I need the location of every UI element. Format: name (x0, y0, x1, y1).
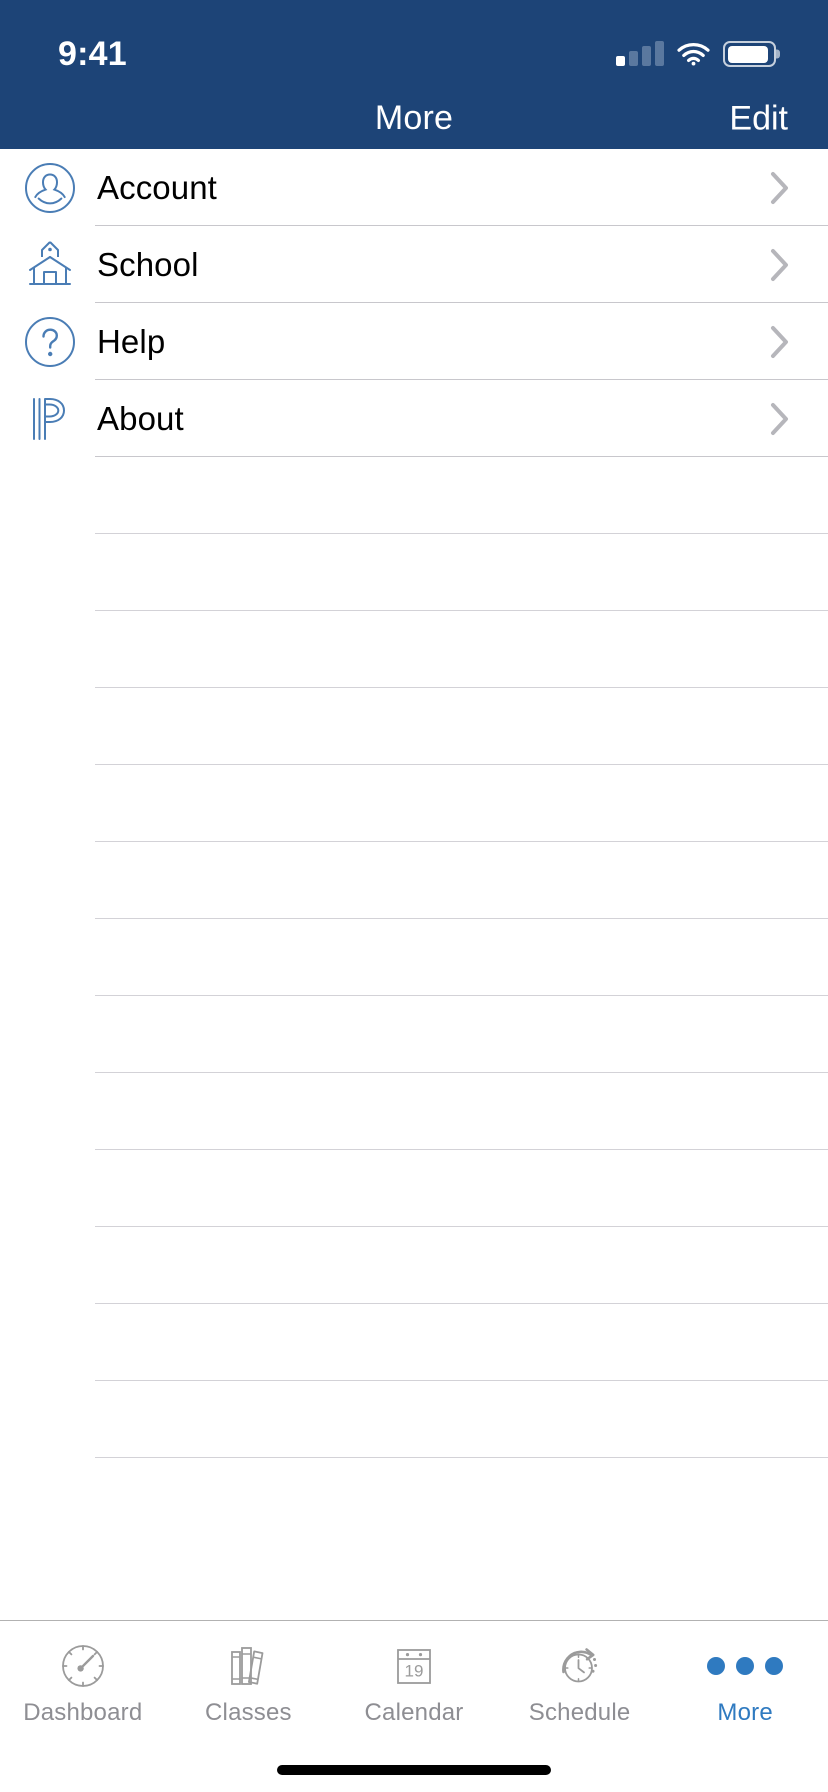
list-item-label: Help (97, 322, 166, 360)
list-item-label: School (97, 245, 199, 283)
gauge-icon (59, 1640, 107, 1692)
calendar-day-number: 19 (405, 1662, 424, 1681)
home-indicator-area (0, 1740, 828, 1792)
question-mark-circle-icon (22, 314, 78, 370)
list-item-label: About (97, 399, 184, 437)
list-item-empty (0, 1227, 828, 1304)
powerschool-p-logo-icon (22, 391, 78, 447)
tab-more[interactable]: More (662, 1621, 828, 1740)
list-item-school[interactable]: School (0, 226, 828, 303)
settings-list: Account School Help About (0, 149, 828, 1620)
tab-bar: Dashboard Classes 19 Calendar Schedule M… (0, 1620, 828, 1740)
list-item-empty (0, 765, 828, 842)
cellular-signal-icon (616, 41, 664, 66)
empty-rows-container (0, 457, 828, 1458)
list-item-account[interactable]: Account (0, 149, 828, 226)
tab-label: More (717, 1699, 773, 1726)
navigation-bar: 9:41 More Edit (0, 0, 828, 149)
home-indicator[interactable] (277, 1765, 551, 1775)
tab-classes[interactable]: Classes (166, 1621, 332, 1740)
chevron-right-icon (770, 248, 790, 282)
account-person-circle-icon (22, 160, 78, 216)
app-screen: 9:41 More Edit Account School Help About… (0, 0, 828, 1792)
list-item-empty (0, 688, 828, 765)
chevron-right-icon (770, 402, 790, 436)
tab-dashboard[interactable]: Dashboard (0, 1621, 166, 1740)
chevron-right-icon (770, 171, 790, 205)
navigation-title-row: More Edit (0, 88, 828, 149)
list-item-empty (0, 1150, 828, 1227)
list-item-help[interactable]: Help (0, 303, 828, 380)
status-indicators (616, 41, 776, 67)
edit-button[interactable]: Edit (729, 99, 788, 138)
list-item-empty (0, 919, 828, 996)
status-bar: 9:41 (0, 0, 828, 88)
wifi-icon (677, 42, 710, 66)
tab-label: Dashboard (23, 1699, 143, 1726)
schoolhouse-icon (22, 237, 78, 293)
books-icon (224, 1640, 272, 1692)
tab-label: Schedule (528, 1699, 631, 1726)
list-item-empty (0, 996, 828, 1073)
calendar-icon: 19 (390, 1640, 438, 1692)
page-title: More (374, 99, 454, 137)
list-item-empty (0, 611, 828, 688)
chevron-right-icon (770, 325, 790, 359)
list-item-empty (0, 457, 828, 534)
tab-label: Calendar (364, 1699, 464, 1726)
list-item-empty (0, 1381, 828, 1458)
list-item-empty (0, 1073, 828, 1150)
list-item-label: Account (97, 168, 217, 206)
list-item-about[interactable]: About (0, 380, 828, 457)
tab-calendar[interactable]: 19 Calendar (331, 1621, 497, 1740)
list-item-empty (0, 534, 828, 611)
status-time: 9:41 (58, 35, 127, 73)
tab-label: Classes (205, 1699, 292, 1726)
tab-schedule[interactable]: Schedule (497, 1621, 663, 1740)
list-item-empty (0, 1304, 828, 1381)
ellipsis-icon (707, 1640, 784, 1692)
list-item-empty (0, 842, 828, 919)
battery-icon (723, 41, 776, 67)
clock-arrow-icon (556, 1640, 604, 1692)
